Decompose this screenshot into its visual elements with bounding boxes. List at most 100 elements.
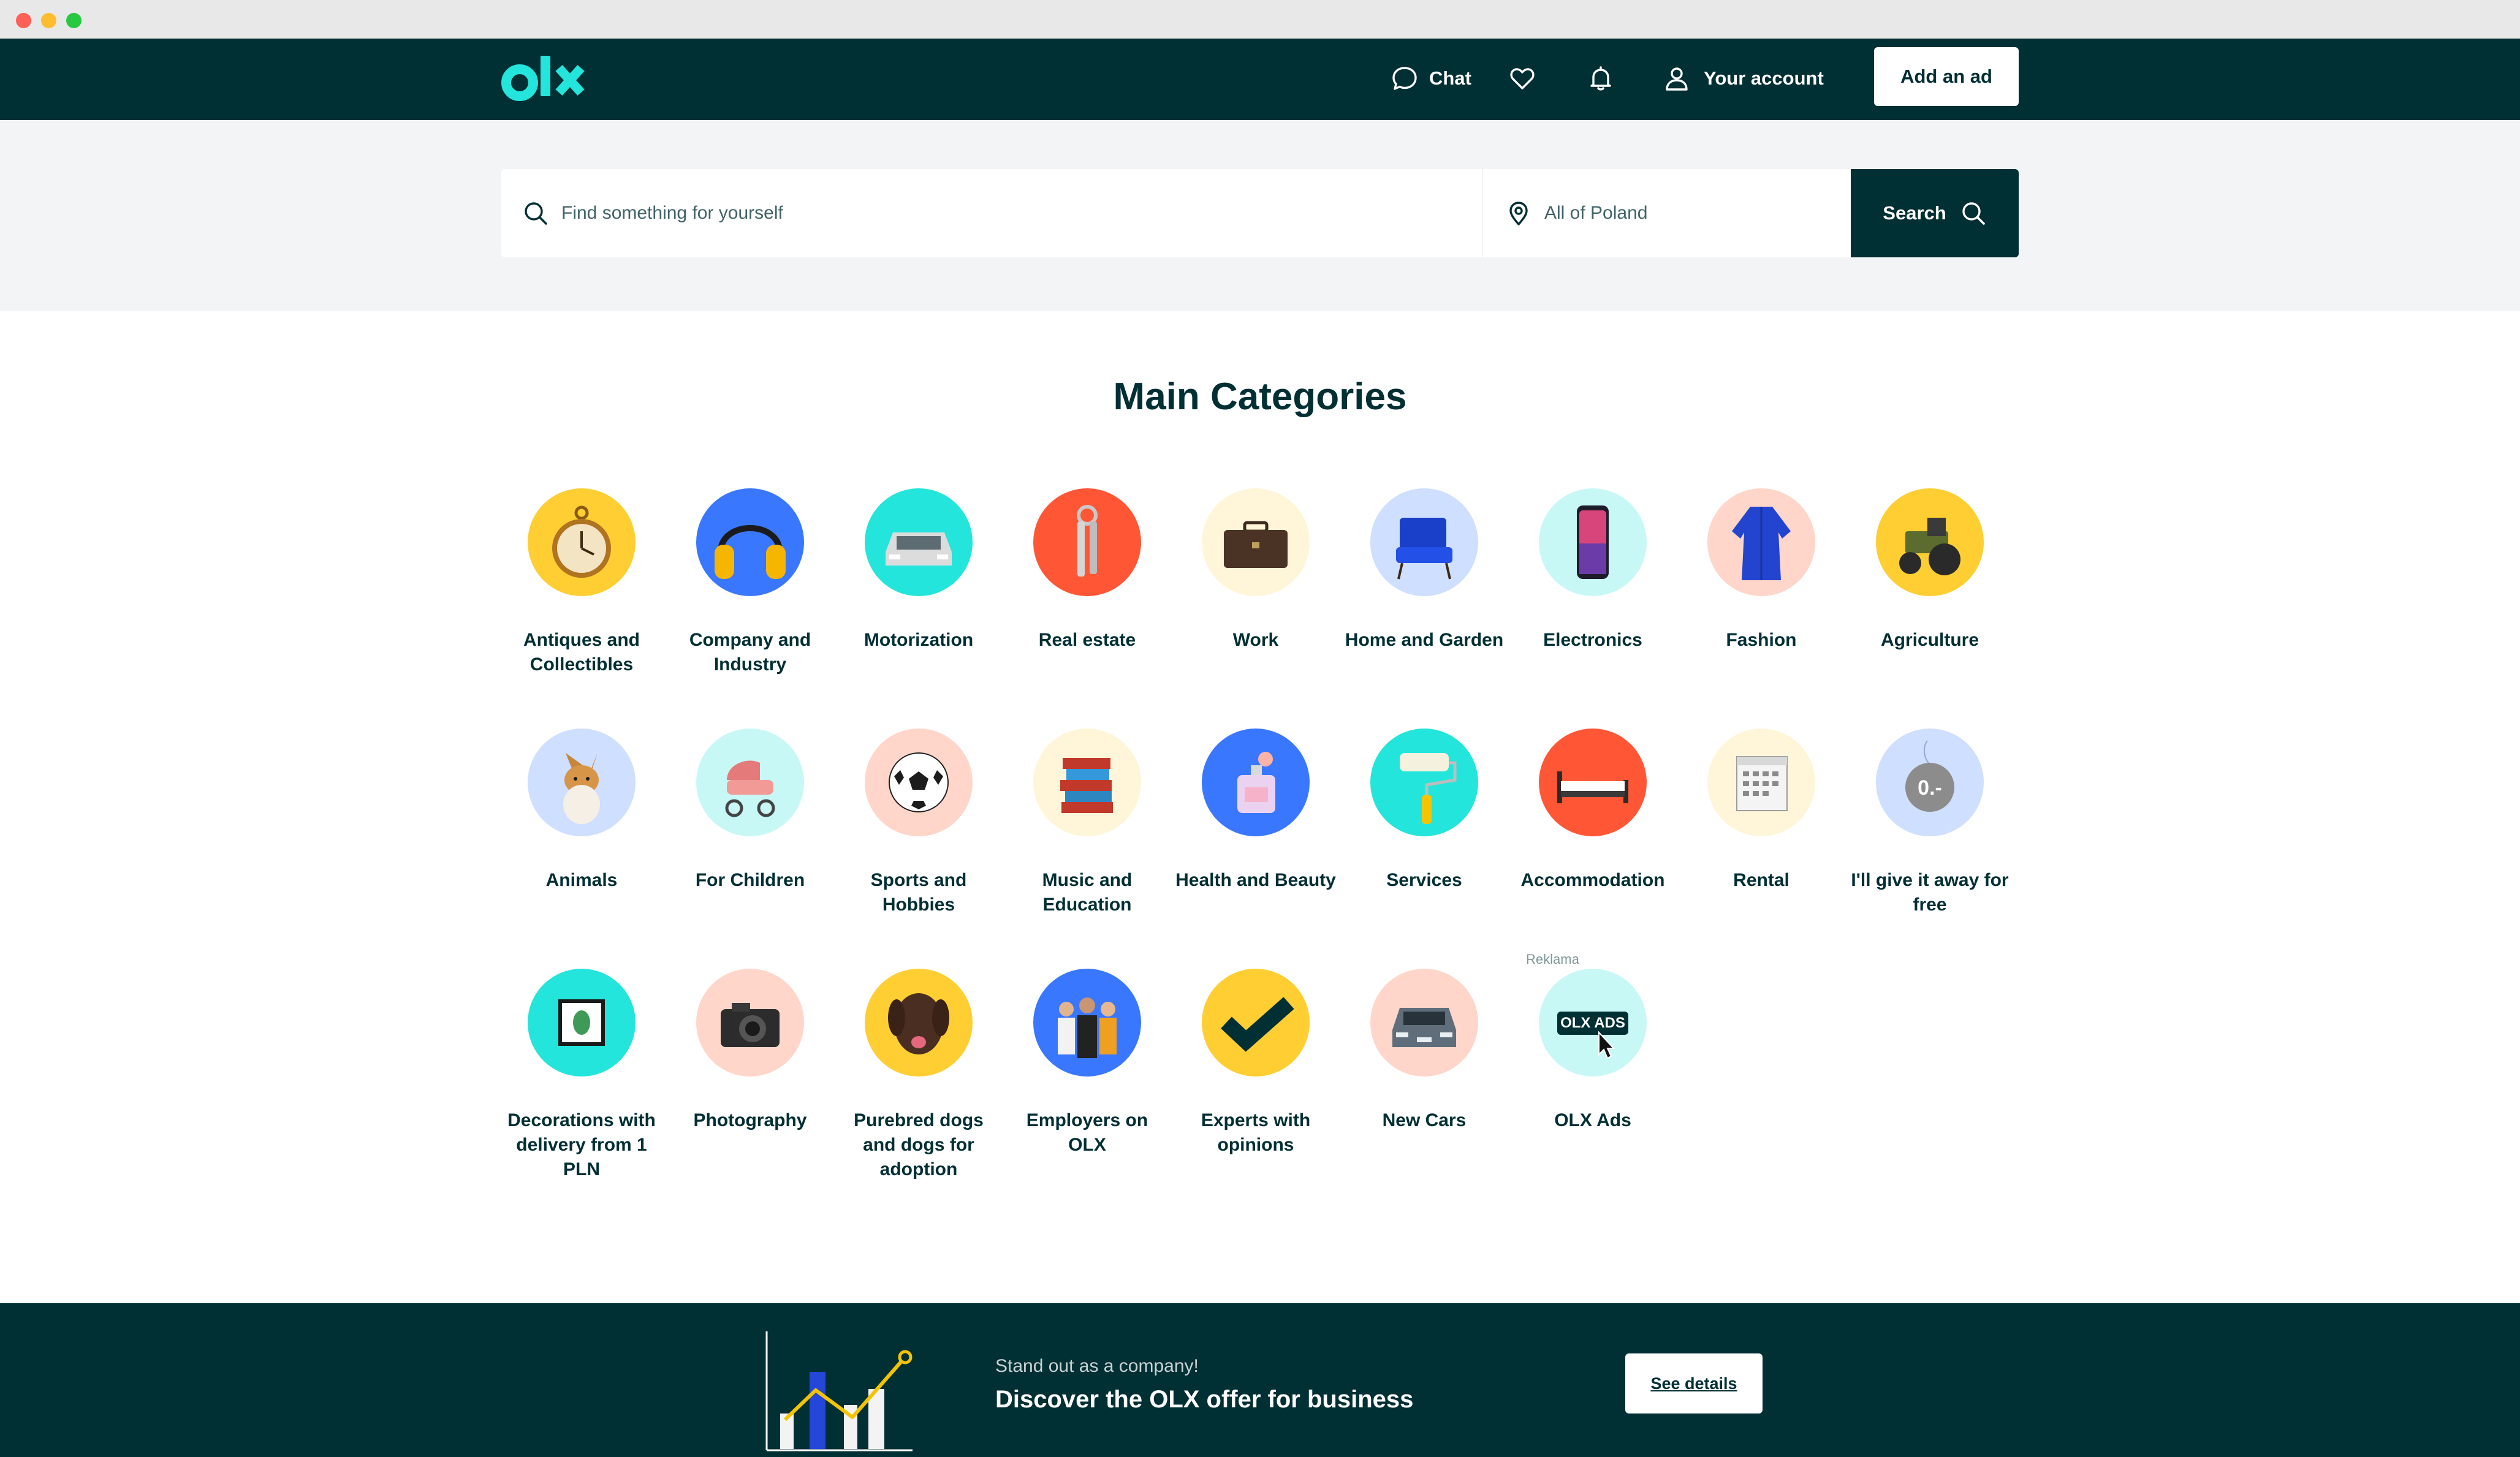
category-circle: [1539, 728, 1647, 836]
category-olx-ads[interactable]: OLX ADS OLX Ads: [1512, 969, 1673, 1133]
category-circle: [865, 728, 973, 836]
category-circle: [1202, 969, 1310, 1077]
category-label: Home and Garden: [1345, 630, 1504, 650]
category-label: Rental: [1733, 870, 1789, 890]
category-circle: [865, 969, 973, 1077]
category-experts[interactable]: Experts with opinions: [1175, 969, 1336, 1157]
category-photography[interactable]: Photography: [670, 969, 830, 1133]
close-window-button[interactable]: [16, 13, 31, 28]
category-circle: [1370, 969, 1478, 1077]
ad-marker-label: Reklama: [1526, 952, 1579, 967]
notifications-link[interactable]: [1587, 57, 1614, 100]
category-circle: [1202, 728, 1310, 836]
location-wrapper: [1483, 169, 1851, 257]
ear-defenders-icon: [715, 525, 786, 579]
search-query-wrapper: [501, 169, 1482, 257]
category-label: Real estate: [1038, 630, 1136, 650]
category-employers[interactable]: Employers on OLX: [1007, 969, 1167, 1157]
your-account-link[interactable]: Your account: [1663, 57, 1824, 100]
employees-icon: [1058, 997, 1117, 1058]
robe-icon: [1732, 507, 1791, 580]
suv-icon: [1392, 1008, 1456, 1047]
user-icon: [1666, 67, 1688, 91]
olx-ads-icon: OLX ADS: [1557, 1012, 1628, 1059]
category-circle: [1876, 488, 1984, 596]
add-an-ad-button[interactable]: Add an ad: [1874, 47, 2019, 106]
free-tag-text: 0.-: [1918, 776, 1942, 800]
category-antiques[interactable]: Antiques and Collectibles: [501, 488, 662, 677]
category-accommodation[interactable]: Accommodation: [1512, 728, 1673, 893]
category-motorization[interactable]: Motorization: [838, 488, 999, 653]
category-label: Photography: [693, 1110, 807, 1130]
category-circle: 0.-: [1876, 728, 1984, 836]
category-circle: [528, 488, 636, 596]
category-label: Music and Education: [1042, 870, 1133, 915]
corgi-icon: [563, 753, 600, 824]
category-label: For Children: [695, 870, 805, 890]
promo-title: Discover the OLX offer for business: [995, 1386, 1414, 1413]
category-new-cars[interactable]: New Cars: [1344, 969, 1505, 1133]
category-company-industry[interactable]: Company and Industry: [670, 488, 830, 677]
calendar-icon: [1736, 756, 1788, 811]
search-input[interactable]: [561, 195, 1419, 232]
search-button-label: Search: [1883, 202, 1946, 224]
favourites-link[interactable]: [1509, 57, 1536, 100]
category-circle: [1707, 488, 1815, 596]
category-music-education[interactable]: Music and Education: [1007, 728, 1167, 917]
category-animals[interactable]: Animals: [501, 728, 662, 893]
category-circle: OLX ADS: [1539, 969, 1647, 1077]
category-for-children[interactable]: For Children: [670, 728, 830, 893]
car-icon: [886, 532, 952, 566]
location-input[interactable]: [1544, 195, 1839, 232]
category-electronics[interactable]: Electronics: [1512, 488, 1673, 653]
maximize-window-button[interactable]: [66, 13, 82, 28]
category-sports-hobbies[interactable]: Sports and Hobbies: [838, 728, 999, 917]
category-circle: [1033, 488, 1141, 596]
category-work[interactable]: Work: [1175, 488, 1336, 653]
category-real-estate[interactable]: Real estate: [1007, 488, 1167, 653]
category-agriculture[interactable]: Agriculture: [1850, 488, 2010, 653]
category-circle: [1033, 728, 1141, 836]
framed-leaf-icon: [558, 999, 605, 1046]
category-label: New Cars: [1382, 1110, 1467, 1130]
pocket-watch-icon: [552, 505, 611, 578]
category-circle: [1370, 488, 1478, 596]
categories-grid: Antiques and Collectibles Company and In…: [501, 488, 2019, 1199]
category-decorations[interactable]: Decorations with delivery from 1 PLN: [501, 969, 662, 1182]
perfume-icon: [1237, 752, 1275, 813]
your-account-label: Your account: [1704, 67, 1824, 89]
category-fashion[interactable]: Fashion: [1681, 488, 1842, 653]
chat-link[interactable]: Chat: [1391, 57, 1471, 100]
keys-icon: [1077, 505, 1098, 577]
business-promo-banner: Stand out as a company! Discover the OLX…: [0, 1303, 2520, 1457]
category-home-garden[interactable]: Home and Garden: [1344, 488, 1505, 653]
category-circle: [1707, 728, 1815, 836]
chat-label: Chat: [1429, 67, 1471, 89]
category-label: I'll give it away for free: [1851, 870, 2009, 915]
olx-logo[interactable]: [501, 52, 593, 106]
category-circle: [696, 488, 804, 596]
top-navigation-bar: Chat Your account Add an ad: [0, 39, 2520, 120]
armchair-icon: [1396, 518, 1452, 580]
camera-icon: [721, 1003, 780, 1047]
category-purebred-dogs[interactable]: Purebred dogs and dogs for adoption: [838, 969, 999, 1182]
category-free[interactable]: 0.- I'll give it away for free: [1850, 728, 2010, 917]
chat-bubble-icon: [1392, 67, 1417, 90]
football-icon: [889, 752, 949, 812]
see-details-button[interactable]: See details: [1625, 1353, 1763, 1413]
category-label: Company and Industry: [689, 630, 811, 675]
search-button[interactable]: Search: [1851, 169, 2019, 257]
category-rental[interactable]: Rental: [1681, 728, 1842, 893]
smartphone-icon: [1577, 505, 1609, 579]
search-section: Search: [0, 120, 2520, 311]
minimize-window-button[interactable]: [41, 13, 56, 28]
category-label: Decorations with delivery from 1 PLN: [507, 1110, 656, 1179]
category-label: Antiques and Collectibles: [523, 630, 640, 675]
category-label: Animals: [545, 870, 618, 890]
briefcase-icon: [1224, 521, 1288, 568]
category-circle: [696, 728, 804, 836]
free-tag-icon: 0.-: [1905, 740, 1954, 812]
olx-ads-badge-text: OLX ADS: [1560, 1015, 1625, 1031]
category-health-beauty[interactable]: Health and Beauty: [1175, 728, 1336, 893]
category-services[interactable]: Services: [1344, 728, 1505, 893]
